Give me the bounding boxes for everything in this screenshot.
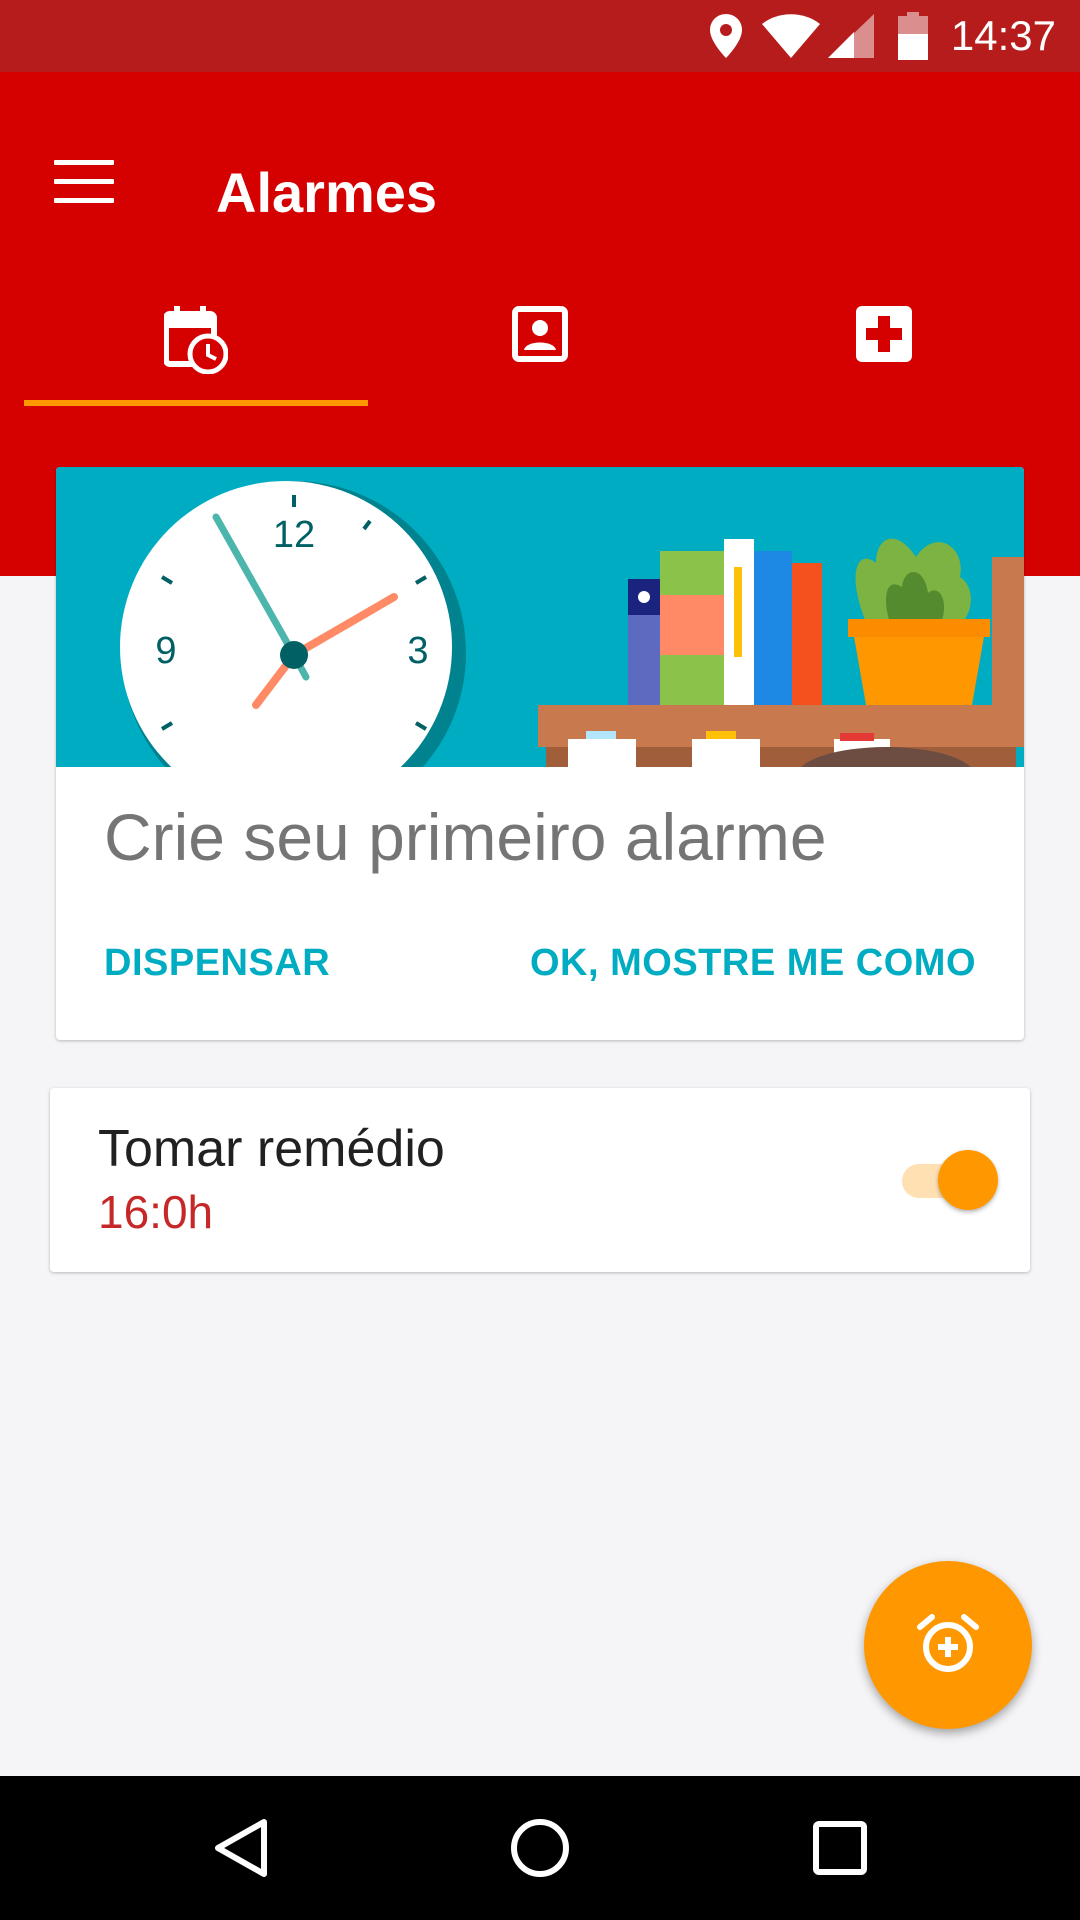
tab-alarms[interactable] [24,286,368,406]
tab-medical[interactable] [712,286,1056,406]
show-me-how-button[interactable]: OK, MOSTRE ME COMO [530,933,976,993]
clock-number-3: 3 [407,630,428,672]
clock-shelf-illustration: 12 9 3 [120,481,1024,767]
alarm-time: 16:0h [98,1186,214,1238]
hero-illustration: 12 9 3 [56,467,1024,767]
alarm-toggle[interactable] [900,1150,1000,1210]
onboarding-card: 12 9 3 Crie seu primeiro alarme DISPENSA… [56,467,1024,1040]
calendar-clock-icon [164,306,228,374]
clock-number-12: 12 [273,514,315,556]
back-icon[interactable] [204,1812,276,1884]
toggle-thumb [938,1150,998,1210]
clock-number-9: 9 [155,630,176,672]
status-bar: 14:37 [0,0,1080,72]
recents-icon[interactable] [804,1812,876,1884]
contact-card-icon [512,306,568,362]
alarm-name: Tomar remédio [98,1120,445,1178]
dismiss-button[interactable]: DISPENSAR [104,933,330,993]
wifi-icon [762,14,820,58]
page-title: Alarmes [216,161,438,224]
location-icon [710,14,742,58]
add-alarm-icon [917,1614,979,1672]
onboarding-title: Crie seu primeiro alarme [104,800,827,874]
tab-contacts[interactable] [368,286,712,406]
home-icon[interactable] [504,1812,576,1884]
system-nav-bar [0,1776,1080,1920]
status-time: 14:37 [950,12,1056,59]
alarm-list-item[interactable]: Tomar remédio 16:0h [50,1088,1030,1272]
signal-icon [828,14,874,58]
menu-icon[interactable] [54,160,114,208]
battery-icon [898,12,928,60]
medical-cross-icon [856,306,912,362]
add-alarm-button[interactable] [864,1561,1032,1729]
tab-indicator [24,400,368,406]
